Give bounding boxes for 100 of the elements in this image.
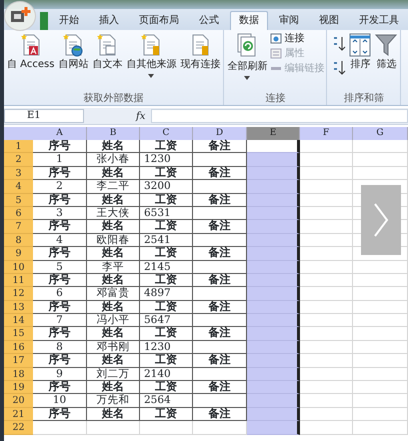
- database-icon: [20, 33, 42, 57]
- ribbon-tab[interactable]: 开始: [50, 11, 88, 30]
- column-header[interactable]: G: [353, 127, 408, 140]
- row-header[interactable]: 14: [4, 314, 33, 328]
- table-cell: [300, 140, 353, 154]
- ribbon-tab[interactable]: 审阅: [270, 11, 308, 30]
- table-cell: [353, 153, 408, 167]
- table-cell: 邓书刚: [87, 340, 140, 354]
- ribbon-button[interactable]: 现有连接: [179, 32, 222, 72]
- row-header[interactable]: 4: [4, 180, 33, 194]
- table-cell: 姓名: [87, 408, 140, 422]
- row-header[interactable]: 16: [4, 340, 33, 354]
- column-header[interactable]: F: [300, 127, 353, 140]
- table-cell: 工资: [140, 381, 193, 394]
- table-cell: 1230: [140, 153, 193, 167]
- row-header[interactable]: 7: [4, 220, 33, 234]
- ribbon-tab[interactable]: 数据: [230, 11, 268, 30]
- table-cell: [300, 327, 353, 341]
- row-header[interactable]: 1: [4, 140, 33, 154]
- row-header[interactable]: 6: [4, 206, 33, 220]
- table-cell: [300, 381, 353, 394]
- row-header[interactable]: 8: [4, 234, 33, 248]
- ribbon-button[interactable]: 全部刷新: [226, 32, 268, 86]
- table-cell: 张小春: [87, 153, 140, 167]
- row-header[interactable]: 13: [4, 300, 33, 314]
- table-cell: 姓名: [87, 381, 140, 394]
- file-tab[interactable]: [40, 12, 48, 30]
- table-cell: 姓名: [87, 140, 140, 154]
- row-header[interactable]: 12: [4, 287, 33, 301]
- table-cell: 序号: [33, 381, 87, 394]
- column-header[interactable]: A: [33, 127, 87, 140]
- table-cell: 序号: [33, 247, 87, 261]
- table-cell: 3: [33, 206, 87, 220]
- table-cell: 序号: [33, 194, 87, 207]
- table-cell: [300, 153, 353, 167]
- ribbon-button[interactable]: 自 Access: [6, 32, 56, 72]
- table-cell: [300, 300, 353, 314]
- table-cell: 序号: [33, 327, 87, 341]
- table-cell: 2: [33, 180, 87, 194]
- table-cell: [353, 340, 408, 354]
- ribbon-tab[interactable]: 插入: [90, 11, 128, 30]
- sort-button[interactable]: [332, 36, 346, 52]
- table-cell: 6531: [140, 206, 193, 220]
- column-header[interactable]: B: [87, 127, 140, 140]
- table-cell: 1230: [140, 340, 193, 354]
- table-cell: 姓名: [87, 247, 140, 261]
- sort-button[interactable]: [332, 60, 346, 76]
- table-cell: 2541: [140, 234, 193, 248]
- table-cell: [300, 194, 353, 207]
- ribbon-tab[interactable]: 公式: [190, 11, 228, 30]
- row-header[interactable]: 21: [4, 408, 33, 422]
- table-cell: 邓富贵: [87, 287, 140, 301]
- ribbon-button[interactable]: 自网站: [57, 32, 90, 72]
- column-header[interactable]: D: [193, 127, 247, 140]
- ribbon-button[interactable]: 自其他来源: [125, 32, 178, 84]
- table-cell: [300, 180, 353, 194]
- row-header[interactable]: 19: [4, 381, 33, 394]
- ribbon-button[interactable]: 排序: [348, 32, 372, 72]
- table-cell: 工资: [140, 220, 193, 234]
- table-cell: [140, 421, 193, 435]
- column-header[interactable]: E: [247, 127, 300, 140]
- table-cell: 工资: [140, 274, 193, 288]
- row-header[interactable]: 5: [4, 194, 33, 207]
- row-header[interactable]: 18: [4, 368, 33, 382]
- next-button[interactable]: [361, 185, 401, 255]
- table-cell: [300, 234, 353, 248]
- table-cell: 2140: [140, 368, 193, 382]
- row-header[interactable]: 22: [4, 421, 33, 435]
- row-header[interactable]: 3: [4, 166, 33, 180]
- ribbon-button[interactable]: 自文本: [91, 32, 124, 72]
- ribbon-tab[interactable]: 视图: [310, 11, 348, 30]
- ribbon-tab[interactable]: 开发工具: [350, 11, 408, 30]
- ribbon-button[interactable]: 筛选: [374, 32, 398, 72]
- table-cell: [353, 300, 408, 314]
- name-box[interactable]: E1: [4, 109, 84, 123]
- table-cell: 姓名: [87, 354, 140, 368]
- chevron-right-icon: [373, 202, 389, 238]
- row-header[interactable]: 11: [4, 274, 33, 288]
- row-header[interactable]: 2: [4, 153, 33, 167]
- row-header[interactable]: 10: [4, 260, 33, 274]
- function-label[interactable]: fx: [136, 108, 146, 124]
- table-cell: [353, 354, 408, 368]
- table-cell: 李二平: [87, 180, 140, 194]
- table-cell: [300, 206, 353, 220]
- table-cell: 工资: [140, 140, 193, 154]
- table-cell: [300, 394, 353, 408]
- select-all-corner[interactable]: [4, 127, 33, 140]
- table-cell: [353, 314, 408, 328]
- row-header[interactable]: 15: [4, 327, 33, 341]
- table-cell: 欧阳春: [87, 234, 140, 248]
- formula-input[interactable]: [151, 109, 408, 123]
- ribbon-tab[interactable]: 页面布局: [130, 11, 188, 30]
- row-header[interactable]: 20: [4, 394, 33, 408]
- document-icon: [140, 33, 162, 57]
- filter-icon: [375, 33, 398, 57]
- row-header[interactable]: 17: [4, 354, 33, 368]
- ribbon-button[interactable]: 连接: [270, 32, 324, 45]
- table-cell: 李平: [87, 260, 140, 274]
- row-header[interactable]: 9: [4, 247, 33, 261]
- column-header[interactable]: C: [140, 127, 193, 140]
